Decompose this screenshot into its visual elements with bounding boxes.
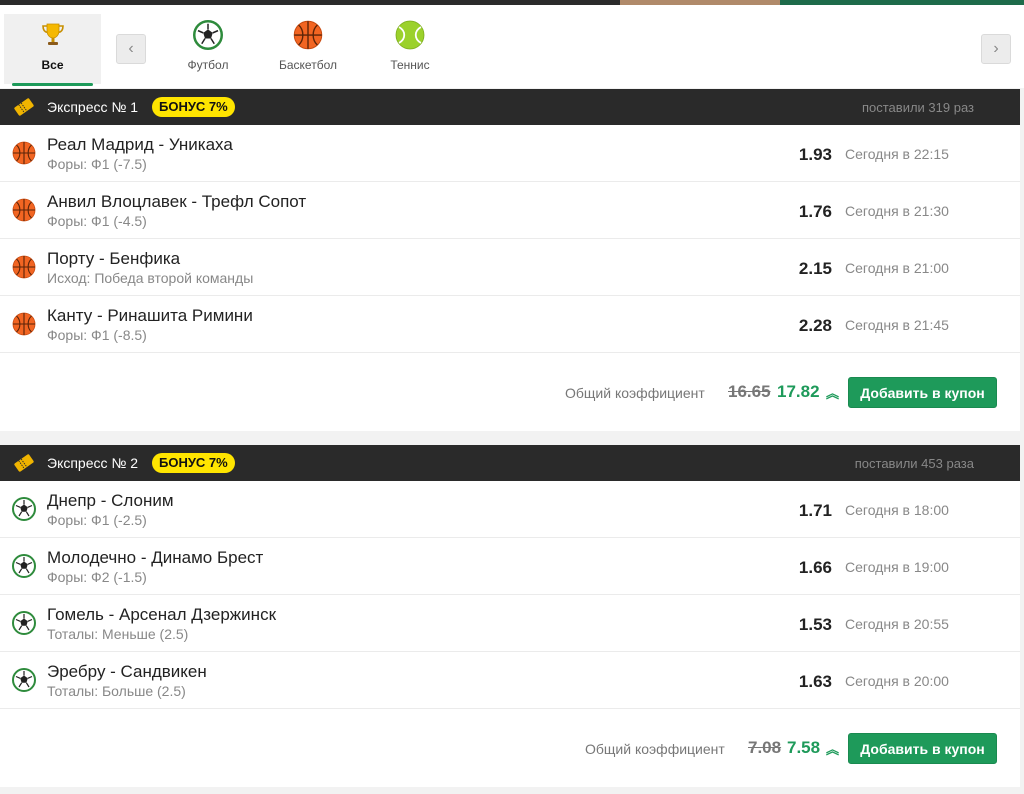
event-market: Форы: Ф1 (-4.5) <box>47 213 147 229</box>
chevron-left-icon: ‹ <box>128 40 134 57</box>
new-coefficient: 17.82 <box>777 382 820 401</box>
soccer-ball-icon <box>193 20 223 50</box>
total-coef-label: Общий коэффициент <box>585 741 725 757</box>
double-chevron-up-icon: ︽ <box>826 742 840 757</box>
event-row[interactable]: Гомель - Арсенал Дзержинск Тоталы: Меньш… <box>0 595 1020 652</box>
event-teams: Порту - Бенфика <box>47 249 181 268</box>
tab-football[interactable]: Футбол <box>168 14 248 84</box>
add-to-coupon-button[interactable]: Добавить в купон <box>848 733 997 764</box>
soccer-ball-icon <box>12 554 36 578</box>
event-teams: Канту - Ринашита Римини <box>47 306 253 325</box>
event-teams: Анвил Влоцлавек - Трефл Сопот <box>47 192 307 211</box>
basketball-icon <box>12 255 36 279</box>
tab-all-label: Все <box>41 58 64 72</box>
basketball-icon <box>12 141 36 165</box>
new-coefficient: 7.58 <box>787 738 821 757</box>
event-row[interactable]: Эребру - Сандвикен Тоталы: Больше (2.5) … <box>0 652 1020 709</box>
tab-basketball-label: Баскетбол <box>279 58 337 72</box>
event-teams: Днепр - Слоним <box>47 491 174 510</box>
event-row[interactable]: Реал Мадрид - Уникаха Форы: Ф1 (-7.5) 1.… <box>0 125 1020 182</box>
placed-count: поставили 453 раза <box>854 456 974 471</box>
bonus-badge: БОНУС 7% <box>152 453 235 473</box>
ticket-icon <box>14 98 34 116</box>
express-header: Экспресс № 2 БОНУС 7% поставили 453 раза <box>0 445 1020 481</box>
event-row[interactable]: Днепр - Слоним Форы: Ф1 (-2.5) 1.71 Сего… <box>0 481 1020 538</box>
event-market: Форы: Ф1 (-7.5) <box>47 156 147 172</box>
express-card: Экспресс № 2 БОНУС 7% поставили 453 раза… <box>0 445 1020 787</box>
active-tab-indicator <box>12 83 93 86</box>
double-chevron-up-icon: ︽ <box>826 386 840 401</box>
event-market: Тоталы: Больше (2.5) <box>47 683 186 699</box>
prev-sports-button[interactable]: ‹ <box>116 34 146 64</box>
tab-tennis[interactable]: Теннис <box>370 14 450 84</box>
event-time: Сегодня в 18:00 <box>845 502 949 518</box>
tab-basketball[interactable]: Баскетбол <box>268 14 348 84</box>
event-odds[interactable]: 1.76 <box>799 202 832 222</box>
tab-tennis-label: Теннис <box>390 58 430 72</box>
event-teams: Молодечно - Динамо Брест <box>47 548 264 567</box>
event-odds[interactable]: 1.63 <box>799 672 832 692</box>
basketball-icon <box>12 312 36 336</box>
event-odds[interactable]: 1.53 <box>799 615 832 635</box>
event-odds[interactable]: 1.93 <box>799 145 832 165</box>
event-odds[interactable]: 2.28 <box>799 316 832 336</box>
express-card: Экспресс № 1 БОНУС 7% поставили 319 раз … <box>0 89 1020 431</box>
event-time: Сегодня в 21:00 <box>845 260 949 276</box>
basketball-icon <box>12 198 36 222</box>
event-market: Исход: Победа второй команды <box>47 270 254 286</box>
total-coefficient-line: Общий коэффициент 16.65 17.82 ︽ Добавить… <box>0 353 1020 431</box>
event-odds[interactable]: 1.66 <box>799 558 832 578</box>
trophy-icon <box>38 20 68 50</box>
event-market: Форы: Ф1 (-8.5) <box>47 327 147 343</box>
basketball-icon <box>293 20 323 50</box>
event-odds[interactable]: 2.15 <box>799 259 832 279</box>
event-row[interactable]: Анвил Влоцлавек - Трефл Сопот Форы: Ф1 (… <box>0 182 1020 239</box>
event-time: Сегодня в 22:15 <box>845 146 949 162</box>
event-time: Сегодня в 19:00 <box>845 559 949 575</box>
tab-football-label: Футбол <box>187 58 229 72</box>
event-time: Сегодня в 21:45 <box>845 317 949 333</box>
bonus-badge: БОНУС 7% <box>152 97 235 117</box>
old-coefficient: 7.08 <box>748 738 782 757</box>
old-coefficient: 16.65 <box>728 382 771 401</box>
event-time: Сегодня в 20:55 <box>845 616 949 632</box>
placed-count: поставили 319 раз <box>861 100 974 115</box>
event-teams: Эребру - Сандвикен <box>47 662 207 681</box>
event-teams: Гомель - Арсенал Дзержинск <box>47 605 277 624</box>
total-coefficient-line: Общий коэффициент 7.08 7.58 ︽ Добавить в… <box>0 709 1020 787</box>
event-odds[interactable]: 1.71 <box>799 501 832 521</box>
express-title: Экспресс № 1 <box>47 99 139 115</box>
add-to-coupon-button[interactable]: Добавить в купон <box>848 377 997 408</box>
soccer-ball-icon <box>12 668 36 692</box>
ticket-icon <box>14 454 34 472</box>
event-row[interactable]: Канту - Ринашита Римини Форы: Ф1 (-8.5) … <box>0 296 1020 353</box>
event-row[interactable]: Молодечно - Динамо Брест Форы: Ф2 (-1.5)… <box>0 538 1020 595</box>
express-title: Экспресс № 2 <box>47 455 139 471</box>
event-market: Форы: Ф1 (-2.5) <box>47 512 147 528</box>
tab-all[interactable]: Все <box>4 14 101 86</box>
event-market: Тоталы: Меньше (2.5) <box>47 626 189 642</box>
soccer-ball-icon <box>12 611 36 635</box>
express-header: Экспресс № 1 БОНУС 7% поставили 319 раз <box>0 89 1020 125</box>
sport-filter-bar: Все ‹ Футбол Баскетбол Теннис › <box>0 6 1024 88</box>
event-time: Сегодня в 21:30 <box>845 203 949 219</box>
event-market: Форы: Ф2 (-1.5) <box>47 569 147 585</box>
event-row[interactable]: Порту - Бенфика Исход: Победа второй ком… <box>0 239 1020 296</box>
soccer-ball-icon <box>12 497 36 521</box>
chevron-right-icon: › <box>993 40 999 57</box>
event-time: Сегодня в 20:00 <box>845 673 949 689</box>
total-coef-label: Общий коэффициент <box>565 385 705 401</box>
event-teams: Реал Мадрид - Уникаха <box>47 135 233 154</box>
next-sports-button[interactable]: › <box>981 34 1011 64</box>
tennis-ball-icon <box>395 20 425 50</box>
